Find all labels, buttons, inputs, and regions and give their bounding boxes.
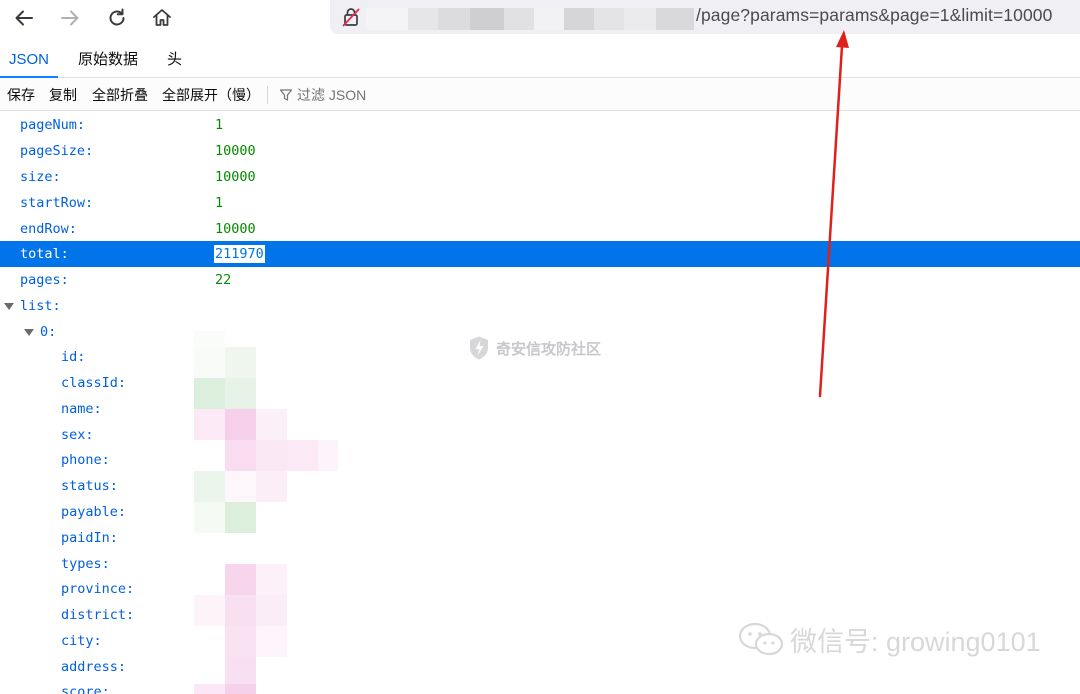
- home-button[interactable]: [147, 4, 177, 32]
- home-icon: [153, 9, 171, 26]
- forward-arrow-icon: [61, 10, 79, 26]
- redacted-host: [360, 8, 696, 30]
- insecure-lock-icon: [342, 8, 360, 27]
- toolbar-divider: [267, 86, 268, 104]
- reload-button[interactable]: [102, 4, 132, 32]
- tab-raw-data[interactable]: 原始数据: [78, 40, 138, 78]
- url-text: /page?params=params&page=1&limit=10000: [696, 5, 1053, 25]
- wechat-caption-text: 微信号: growing0101: [790, 627, 1041, 657]
- wechat-logo-icon: [738, 622, 784, 655]
- shield-lightning-icon: [470, 336, 488, 360]
- tab-headers[interactable]: 头: [167, 40, 182, 78]
- copy-button[interactable]: 复制: [49, 79, 77, 111]
- tab-json[interactable]: JSON: [0, 40, 59, 78]
- address-bar[interactable]: /page?params=params&page=1&limit=10000: [330, 0, 1080, 34]
- reload-icon: [109, 8, 125, 26]
- filter-icon: [279, 89, 293, 101]
- forward-button[interactable]: [55, 4, 85, 32]
- filter-json-input[interactable]: 过滤 JSON: [279, 79, 366, 111]
- redacted-values-mosaic: [0, 112, 1080, 694]
- expand-all-button[interactable]: 全部展开（慢）: [162, 79, 260, 111]
- watermark-text: 奇安信攻防社区: [496, 340, 602, 358]
- community-watermark: 奇安信攻防社区: [466, 335, 601, 361]
- viewer-tabs: JSON 原始数据 头: [0, 40, 1080, 78]
- json-tree: pageNum: 1 pageSize: 10000 size: 10000 s…: [0, 112, 1080, 694]
- back-arrow-icon: [15, 10, 33, 26]
- browser-navbar: /page?params=params&page=1&limit=10000: [0, 0, 1080, 40]
- wechat-caption: 微信号: growing0101: [738, 620, 1041, 659]
- back-button[interactable]: [9, 4, 39, 32]
- collapse-all-button[interactable]: 全部折叠: [92, 79, 148, 111]
- save-button[interactable]: 保存: [7, 79, 35, 111]
- filter-placeholder: 过滤 JSON: [297, 87, 367, 103]
- json-toolbar: 保存 复制 全部折叠 全部展开（慢） 过滤 JSON: [0, 79, 1080, 111]
